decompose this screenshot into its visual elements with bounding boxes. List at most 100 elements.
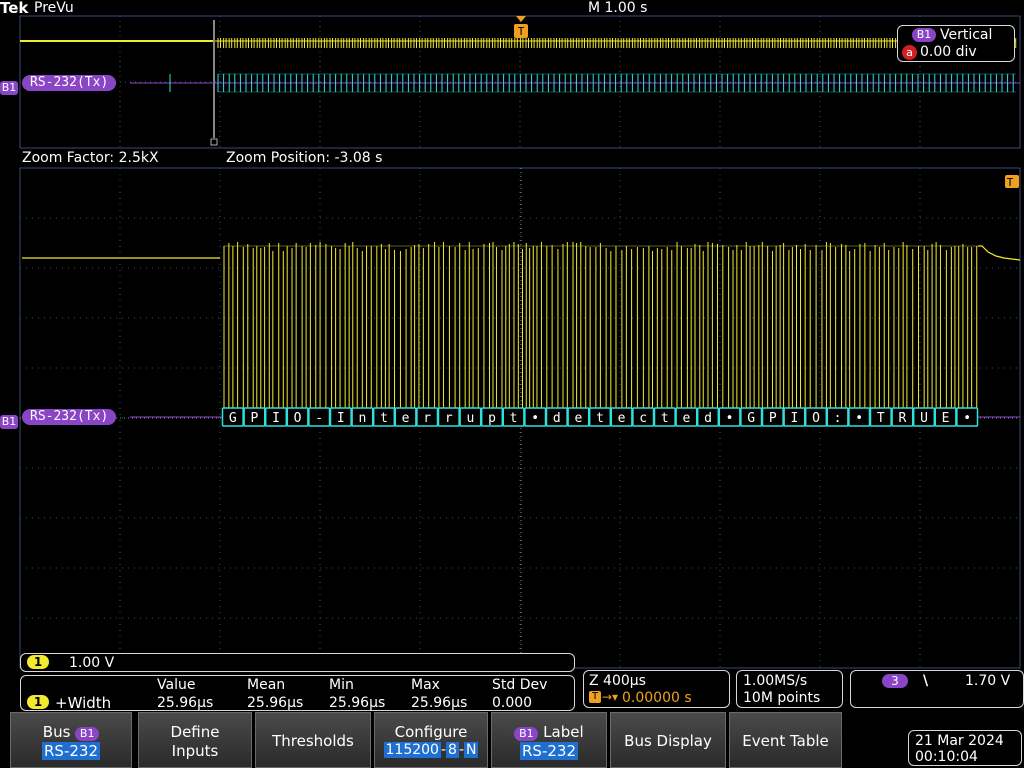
decoded-char-box: d <box>696 407 720 427</box>
bus-display-label: Bus Display <box>624 732 712 750</box>
bus-button-value: RS-232 <box>42 742 100 760</box>
decoded-char: e <box>574 411 582 426</box>
svg-text:T: T <box>518 25 525 38</box>
bus-button-label: Bus <box>42 723 71 741</box>
decoded-char: t <box>380 411 388 426</box>
decoded-char-box: E <box>934 407 957 427</box>
decoded-char-box: R <box>891 407 914 427</box>
decoded-char-box: G <box>740 407 763 427</box>
configure-button[interactable]: Configure 115200-8- N <box>374 712 488 768</box>
decoded-char-box: e <box>394 407 417 427</box>
decoded-char: T <box>877 411 885 426</box>
decoded-char: t <box>510 411 518 426</box>
decoded-char: e <box>682 411 690 426</box>
decoded-char: • <box>963 411 971 426</box>
decoded-char: R <box>898 411 906 426</box>
channel1-scale: 1.00 V <box>69 655 115 671</box>
channel1-badge: 1 <box>27 655 49 669</box>
main-bus-marker[interactable]: B1 <box>0 410 18 429</box>
decoded-char: t <box>661 411 669 426</box>
meas-header-stddev: Std Dev <box>492 677 548 693</box>
decoded-char: : <box>834 411 842 426</box>
decoded-char: P <box>250 411 258 426</box>
trigger-delay: 0.00000 s <box>622 690 692 706</box>
arrow-icon: →▾ <box>602 690 619 704</box>
decoded-char-box: t <box>502 407 525 427</box>
decoded-char: P <box>769 411 777 426</box>
decoded-char-box: t <box>653 407 676 427</box>
decoded-char-box: O <box>286 407 309 427</box>
decoded-char: r <box>423 411 431 426</box>
meas-header-min: Min <box>329 677 354 693</box>
time: 00:10:04 <box>915 749 978 765</box>
vertical-position-box[interactable]: B1 Vertical a 0.00 div <box>897 25 1015 62</box>
trigger-box[interactable]: 3 \ 1.70 V <box>850 670 1024 708</box>
event-table-button[interactable]: Event Table <box>729 712 842 768</box>
bus-display-button[interactable]: Bus Display <box>610 712 726 768</box>
falling-edge-icon: \ <box>923 673 929 689</box>
main-bus-label[interactable]: RS-232(Tx) <box>22 409 117 425</box>
overview-waveform: T <box>19 15 1021 149</box>
define-inputs-button[interactable]: Define Inputs <box>138 712 252 768</box>
decoded-char: I <box>790 411 798 426</box>
meas-mean: 25.96µs <box>247 695 304 711</box>
decoded-char-box: • <box>956 407 979 427</box>
decoded-char: G <box>747 411 755 426</box>
decoded-char: d <box>704 411 712 426</box>
decoded-char: e <box>402 411 410 426</box>
vertical-title: Vertical <box>940 27 993 43</box>
bus-button-tag: B1 <box>75 727 100 741</box>
decoded-char-box: r <box>416 407 439 427</box>
label-button[interactable]: B1 Label RS-232 <box>491 712 607 768</box>
trigger-delay-icon: T <box>589 691 601 703</box>
decoded-char: t <box>596 411 604 426</box>
decoded-char: I <box>272 411 280 426</box>
meas-value: 25.96µs <box>157 695 214 711</box>
bus-button[interactable]: Bus B1 RS-232 <box>10 712 132 768</box>
sample-rate: 1.00MS/s <box>743 673 808 689</box>
date: 21 Mar 2024 <box>915 733 1004 749</box>
decoded-char-box: e <box>610 407 633 427</box>
meas-header-mean: Mean <box>247 677 286 693</box>
decoded-char-box: G <box>221 407 244 427</box>
zoom-scale: Z 400µs <box>589 673 646 689</box>
measurement-panel[interactable]: 1 +Width Value Mean Min Max Std Dev 25.9… <box>20 675 575 711</box>
zoom-position: Zoom Position: -3.08 s <box>226 150 383 166</box>
decoded-char: • <box>726 411 734 426</box>
event-table-label: Event Table <box>742 732 829 750</box>
acquisition-box[interactable]: 1.00MS/s 10M points <box>736 670 843 708</box>
thresholds-label: Thresholds <box>272 732 354 750</box>
record-length: 10M points <box>743 690 821 706</box>
multipurpose-a-icon: a <box>902 45 917 60</box>
meas-header-value: Value <box>157 677 196 693</box>
decoded-char-box: : <box>826 407 849 427</box>
label-button-label: Label <box>543 723 584 741</box>
decoded-char-box: p <box>480 407 504 427</box>
decoded-char: • <box>855 411 863 426</box>
meas-header-max: Max <box>411 677 440 693</box>
define-inputs-line1: Define <box>170 723 220 741</box>
trigger-arrow-icon <box>516 16 526 22</box>
overview-bus-label[interactable]: RS-232(Tx) <box>22 75 117 91</box>
decoded-char-box: - <box>308 407 331 427</box>
configure-bits: 8 <box>446 742 459 758</box>
vertical-value: 0.00 div <box>920 44 977 60</box>
overview-bus-marker[interactable]: B1 <box>0 76 18 95</box>
measurement-name: +Width <box>55 694 112 712</box>
decoded-char-box: t <box>588 407 612 427</box>
decoded-char: G <box>229 411 237 426</box>
decoded-char-box: T <box>869 407 892 427</box>
decoded-char: u <box>466 411 474 426</box>
bus-tag: B1 <box>0 81 18 95</box>
zoom-waveform: G P I O - In t e r r u p t • d e t e c t e d • G P I O: • T R U E • T <box>19 167 1021 669</box>
decoded-char-box: r <box>437 407 460 427</box>
datetime-box: 21 Mar 2024 00:10:04 <box>908 730 1022 766</box>
zoom-factor: Zoom Factor: 2.5kX <box>22 150 159 166</box>
decoded-char-box: • <box>524 407 547 427</box>
channel1-scale-box[interactable]: 1 1.00 V <box>20 653 575 672</box>
trigger-source-badge: 3 <box>882 674 908 688</box>
thresholds-button[interactable]: Thresholds <box>255 712 371 768</box>
decoded-char-box: I <box>329 407 352 427</box>
horizontal-zoom-box[interactable]: Z 400µs T →▾ 0.00000 s <box>583 670 730 708</box>
decoded-char: n <box>358 411 366 426</box>
